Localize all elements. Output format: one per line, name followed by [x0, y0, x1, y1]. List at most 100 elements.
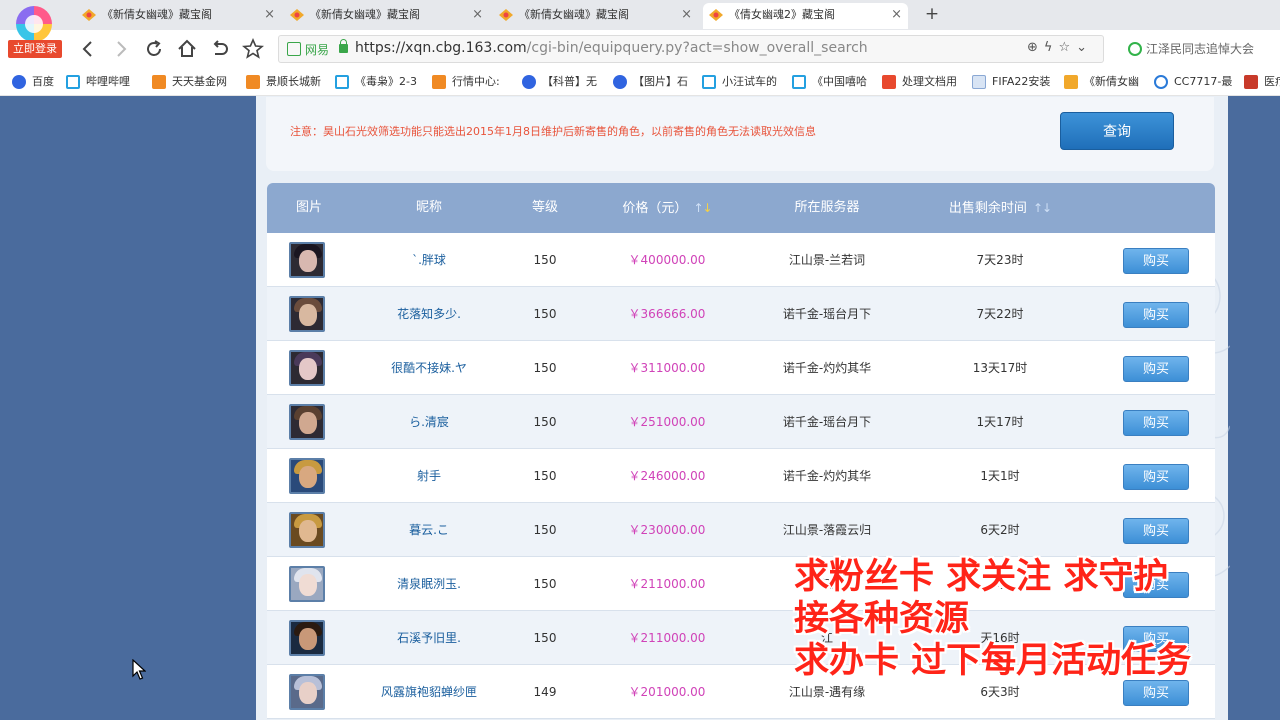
character-avatar[interactable]	[289, 512, 325, 548]
buy-button[interactable]: 购买	[1123, 302, 1189, 328]
tab-title: 《新倩女幽魂》藏宝阁	[310, 8, 420, 21]
character-name-link[interactable]: 很酷不接妹.ヤ	[369, 341, 489, 395]
character-server: 诺千金-灼灼其华	[782, 361, 872, 375]
bookmark-item[interactable]: 天天基金网	[152, 73, 227, 91]
flash-icon[interactable]: ϟ	[1044, 40, 1059, 55]
bookmark-star-icon[interactable]: ☆	[1058, 40, 1076, 55]
buy-button[interactable]: 购买	[1123, 680, 1189, 706]
login-badge[interactable]: 立即登录	[8, 40, 62, 58]
bookmark-item[interactable]: 处理文档用	[882, 73, 957, 91]
back-arrow-icon	[82, 41, 92, 57]
character-price: ￥400000.00	[628, 253, 706, 267]
character-name-link[interactable]: 暮云.こ	[369, 503, 489, 557]
character-avatar[interactable]	[289, 674, 325, 710]
character-name-link[interactable]: 风露旗袍貂蝉纱匣	[369, 665, 489, 719]
bookmark-item[interactable]: 医疗	[1244, 73, 1280, 91]
bookmark-item[interactable]: 《新倩女幽	[1064, 73, 1139, 91]
character-avatar[interactable]	[289, 296, 325, 332]
bookmark-item[interactable]: 【科普】无	[522, 73, 597, 91]
buy-button[interactable]: 购买	[1123, 464, 1189, 490]
table-row: 射手 150 ￥246000.00 诺千金-灼灼其华 1天1时 购买	[267, 449, 1215, 503]
bookmark-item[interactable]: 哔哩哔哩	[66, 73, 130, 91]
remaining-time: 13天17时	[972, 361, 1028, 375]
address-bar[interactable]: 网易 https://xqn.cbg.163.com/cgi-bin/equip…	[278, 35, 1104, 63]
bookmark-item[interactable]: 百度	[12, 73, 54, 91]
baidu-paw-icon	[522, 75, 536, 89]
tab-4-active[interactable]: 《倩女幽魂2》藏宝阁 ×	[703, 3, 908, 29]
search-engine-icon	[1128, 42, 1142, 56]
buy-button[interactable]: 购买	[1123, 518, 1189, 544]
new-tab-button[interactable]: +	[922, 2, 942, 26]
close-tab-icon[interactable]: ×	[891, 3, 902, 27]
character-name-link[interactable]: 花落知多少.	[369, 287, 489, 341]
fund-icon	[246, 75, 260, 89]
sort-arrows-icon[interactable]: ↑↓	[1033, 183, 1052, 233]
character-avatar[interactable]	[289, 404, 325, 440]
sort-arrows-icon[interactable]: ↑↓	[693, 183, 712, 233]
character-level: 150	[533, 415, 557, 429]
character-level: 150	[533, 469, 557, 483]
page-icon	[972, 75, 986, 89]
market-icon	[432, 75, 446, 89]
header-image: 图片	[295, 200, 322, 215]
character-name-link[interactable]: 石溪予旧里.	[369, 611, 489, 665]
buy-button[interactable]: 购买	[1123, 410, 1189, 436]
character-price: ￥211000.00	[628, 577, 706, 591]
bookmark-item[interactable]: 景顺长城新	[246, 73, 321, 91]
character-name-link[interactable]: ら.清宸	[369, 395, 489, 449]
character-name-link[interactable]: `.胖球	[369, 233, 489, 287]
bookmark-item[interactable]: 【图片】石	[613, 73, 688, 91]
bookmark-item[interactable]: CC7717-最	[1154, 73, 1232, 91]
tab-2[interactable]: 《新倩女幽魂》藏宝阁 ×	[284, 3, 489, 29]
browser-logo[interactable]: 立即登录	[8, 4, 62, 58]
character-avatar[interactable]	[289, 620, 325, 656]
close-tab-icon[interactable]: ×	[264, 3, 275, 27]
search-box[interactable]: 江泽民同志追悼大会	[1118, 35, 1280, 63]
back-button[interactable]	[77, 38, 99, 60]
close-tab-icon[interactable]: ×	[472, 3, 483, 27]
home-button[interactable]	[176, 38, 198, 60]
character-avatar[interactable]	[289, 458, 325, 494]
header-time[interactable]: 出售剩余时间 ↑↓	[927, 183, 1073, 233]
character-level: 150	[533, 631, 557, 645]
reload-button[interactable]	[143, 38, 165, 60]
character-server: 诺千金-灼灼其华	[782, 469, 872, 483]
favorite-button[interactable]	[241, 37, 265, 60]
tab-1[interactable]: 《新倩女幽魂》藏宝阁 ×	[76, 3, 281, 29]
character-name-link[interactable]: 射手	[369, 449, 489, 503]
bookmark-item[interactable]: 小汪试车的	[702, 73, 777, 91]
bilibili-tv-icon	[335, 75, 349, 89]
character-name-link[interactable]: 清泉眠洌玉.	[369, 557, 489, 611]
header-level: 等级	[531, 200, 558, 215]
character-avatar[interactable]	[289, 566, 325, 602]
bookmarks-bar: 百度 哔哩哔哩 天天基金网 景顺长城新 《毒枭》2-3 行情中心: 【科普】无 …	[0, 68, 1280, 96]
cbg-favicon-icon	[1064, 75, 1078, 89]
table-header: 图片 昵称 等级 价格（元） ↑↓ 所在服务器 出售剩余时间 ↑↓	[267, 183, 1215, 233]
character-level: 150	[533, 523, 557, 537]
character-avatar[interactable]	[289, 242, 325, 278]
close-tab-icon[interactable]: ×	[681, 3, 692, 27]
remaining-time: 6天2时	[980, 523, 1020, 537]
character-avatar[interactable]	[289, 350, 325, 386]
remaining-time: 1天17时	[976, 415, 1024, 429]
lock-icon	[339, 39, 348, 53]
table-row: `.胖球 150 ￥400000.00 江山景-兰若词 7天23时 购买	[267, 233, 1215, 287]
query-button[interactable]: 查询	[1060, 112, 1174, 150]
buy-button[interactable]: 购买	[1123, 248, 1189, 274]
bookmark-item[interactable]: 《毒枭》2-3	[335, 73, 417, 91]
forward-button[interactable]	[110, 38, 132, 60]
buy-button[interactable]: 购买	[1123, 356, 1189, 382]
nav-bar: 网易 https://xqn.cbg.163.com/cgi-bin/equip…	[0, 30, 1280, 68]
header-price[interactable]: 价格（元） ↑↓	[597, 183, 737, 233]
url-text[interactable]: https://xqn.cbg.163.com/cgi-bin/equipque…	[355, 40, 868, 56]
bookmark-item[interactable]: 《中国嘻哈	[792, 73, 867, 91]
undo-close-button[interactable]	[209, 38, 231, 60]
remaining-time: 1天1时	[980, 469, 1020, 483]
bookmark-item[interactable]: FIFA22安装	[972, 73, 1050, 91]
character-server: 江山景-落霞云归	[782, 523, 872, 537]
bookmark-item[interactable]: 行情中心:	[432, 73, 500, 91]
tab-3[interactable]: 《新倩女幽魂》藏宝阁 ×	[493, 3, 698, 29]
chevron-down-icon[interactable]: ⌄	[1076, 40, 1093, 55]
character-server: 诺千金-瑶台月下	[782, 307, 872, 321]
zoom-icon[interactable]: ⊕	[1027, 40, 1044, 55]
